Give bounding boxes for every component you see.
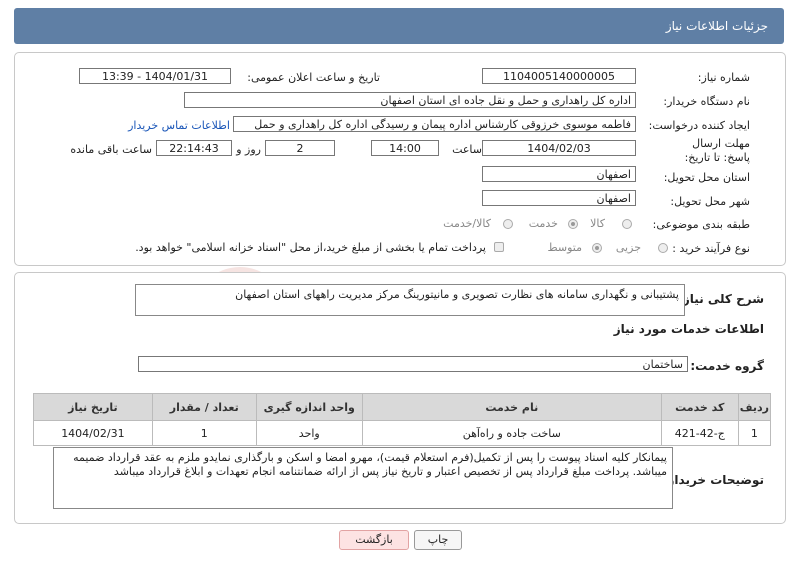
need-number-field: 1104005140000005 [482, 68, 636, 84]
buyer-org-field: اداره کل راهداری و حمل و نقل جاده ای است… [184, 92, 636, 108]
service-group-label: گروه خدمت: [690, 359, 764, 373]
table-row: 1 ج-42-421 ساخت جاده و راه‌آهن واحد 1 14… [33, 420, 772, 446]
cell-unit: واحد [255, 420, 363, 446]
remaining-time-label: ساعت باقی مانده [70, 143, 152, 156]
process-option-minor: جزیی [615, 241, 641, 254]
province-label: استان محل تحویل: [663, 171, 750, 184]
back-button[interactable]: بازگشت [339, 530, 409, 550]
buyer-notes-label: توضیحات خریدار: [662, 473, 764, 487]
buyer-contact-link[interactable]: اطلاعات تماس خریدار [128, 119, 230, 132]
services-table-header: ردیف کد خدمت نام خدمت واحد اندازه گیری ت… [33, 393, 772, 421]
cell-service-name: ساخت جاده و راه‌آهن [361, 420, 662, 446]
col-row: ردیف [737, 393, 772, 421]
summary-field: پشتیبانی و نگهداری سامانه های نظارت تصوی… [135, 284, 685, 316]
creator-label: ایجاد کننده درخواست: [648, 119, 750, 132]
cell-quantity: 1 [151, 420, 257, 446]
col-service-code: کد خدمت [660, 393, 739, 421]
category-option-service: خدمت [528, 217, 558, 230]
category-option-goods-service: کالا/خدمت [443, 217, 491, 230]
cell-need-date: 1404/02/31 [33, 420, 153, 446]
cell-row: 1 [737, 420, 772, 446]
category-label: طبقه بندی موضوعی: [652, 218, 750, 231]
col-service-name: نام خدمت [361, 393, 662, 421]
treasury-payment-note: پرداخت تمام یا بخشی از مبلغ خرید،از محل … [135, 241, 486, 254]
service-group-field: ساختمان [138, 356, 688, 372]
announce-date-label: تاریخ و ساعت اعلان عمومی: [247, 71, 380, 84]
category-radio-goods-service[interactable] [503, 219, 513, 229]
city-field: اصفهان [482, 190, 636, 206]
need-info-panel [14, 52, 786, 266]
buyer-org-label: نام دستگاه خریدار: [663, 95, 750, 108]
services-section-title: اطلاعات خدمات مورد نیاز [613, 322, 764, 336]
col-quantity: تعداد / مقدار [151, 393, 257, 421]
category-option-goods: کالا [590, 217, 605, 230]
announce-date-field: 1404/01/31 - 13:39 [79, 68, 231, 84]
services-table: ردیف کد خدمت نام خدمت واحد اندازه گیری ت… [33, 393, 772, 446]
summary-label: شرح کلی نیاز: [678, 292, 764, 306]
category-radio-service[interactable] [568, 219, 578, 229]
process-radio-minor[interactable] [658, 243, 668, 253]
process-option-medium: متوسط [547, 241, 582, 254]
col-need-date: تاریخ نیاز [33, 393, 153, 421]
page-header: جزئیات اطلاعات نیاز [14, 8, 784, 44]
cell-service-code: ج-42-421 [660, 420, 739, 446]
treasury-payment-checkbox[interactable] [494, 242, 504, 252]
deadline-date-field: 1404/02/03 [482, 140, 636, 156]
col-unit: واحد اندازه گیری [255, 393, 363, 421]
creator-field: فاطمه موسوی خرزوقی کارشناس اداره پیمان و… [233, 116, 636, 132]
deadline-time-field: 14:00 [371, 140, 439, 156]
buyer-notes-field: پیمانکار کلیه اسناد پیوست را پس از تکمیل… [53, 447, 673, 509]
process-type-label: نوع فرآیند خرید : [672, 242, 750, 255]
province-field: اصفهان [482, 166, 636, 182]
remaining-time-field: 22:14:43 [156, 140, 232, 156]
city-label: شهر محل تحویل: [670, 195, 750, 208]
process-radio-medium[interactable] [592, 243, 602, 253]
deadline-time-label: ساعت [452, 143, 482, 156]
need-number-label: شماره نیاز: [697, 71, 750, 84]
deadline-label: مهلت ارسال پاسخ: تا تاریخ: [684, 137, 750, 164]
days-field: 2 [265, 140, 335, 156]
days-label: روز و [236, 143, 261, 156]
category-radio-goods[interactable] [622, 219, 632, 229]
print-button[interactable]: چاپ [414, 530, 462, 550]
page-title: جزئیات اطلاعات نیاز [665, 19, 768, 33]
